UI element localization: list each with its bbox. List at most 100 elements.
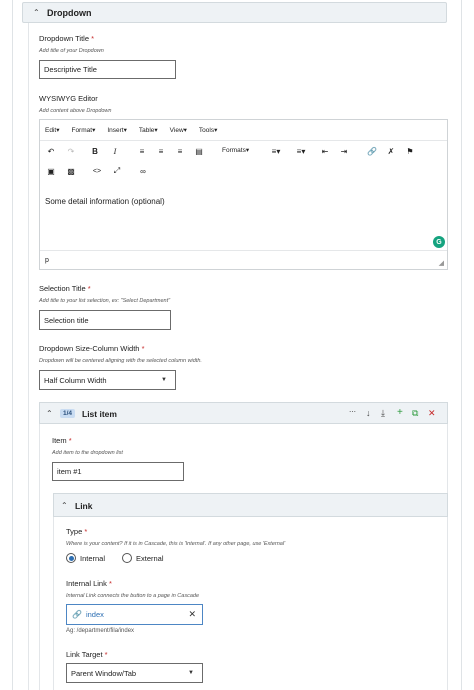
required-mark: *	[108, 579, 112, 588]
dropdown-title-input[interactable]: Descriptive Title	[39, 60, 176, 79]
code-icon[interactable]: <>	[91, 165, 103, 177]
type-label: Type *	[66, 527, 87, 536]
redo-icon[interactable]: ↷	[65, 145, 77, 157]
align-center-icon[interactable]: ≡	[155, 145, 167, 157]
menu-format[interactable]: Format▾	[71, 126, 95, 134]
item-input[interactable]: item #1	[52, 462, 184, 481]
indent-icon[interactable]: ⇥	[338, 145, 350, 157]
internal-link-label: Internal Link *	[66, 579, 112, 588]
size-width-value: Half Column Width	[44, 375, 107, 385]
undo-icon[interactable]: ↶	[45, 145, 57, 157]
dropdown-title-help: Add title of your Dropdown	[39, 48, 104, 54]
chevron-down-icon: ▼	[188, 670, 194, 676]
section-title: Dropdown	[47, 8, 92, 18]
dropdown-title-label: Dropdown Title *	[39, 34, 94, 43]
menu-table-label: Table	[138, 127, 155, 134]
selection-title-label: Selection Title *	[39, 284, 91, 293]
media-icon[interactable]: ▩	[65, 165, 77, 177]
menu-insert-label: Insert	[107, 127, 124, 134]
element-path[interactable]: p	[45, 257, 49, 264]
chevron-up-icon[interactable]: ⌃	[33, 8, 40, 17]
editor-statusbar: p ◢	[40, 250, 447, 270]
required-mark: *	[91, 34, 95, 43]
menu-view[interactable]: View▾	[170, 126, 187, 134]
chevron-up-icon[interactable]: ⌃	[61, 501, 68, 510]
bookmark-icon[interactable]: ⚑	[404, 145, 416, 157]
align-left-icon[interactable]: ≡	[136, 145, 148, 157]
link-icon[interactable]: 🔗	[366, 145, 378, 157]
menu-insert[interactable]: Insert▾	[107, 126, 127, 134]
align-right-icon[interactable]: ≡	[174, 145, 186, 157]
external-radio[interactable]	[122, 553, 132, 563]
link-panel	[53, 493, 448, 690]
add-icon[interactable]: +	[397, 407, 403, 418]
internal-link-help: Internal Link connects the button to a p…	[66, 593, 200, 599]
required-mark: *	[84, 527, 88, 536]
move-down-icon[interactable]: ↓	[366, 408, 371, 418]
drag-handle-icon[interactable]: ⋯	[349, 408, 356, 416]
editor-content[interactable]: Some detail information (optional)	[45, 197, 165, 206]
item-index-badge: 1/4	[60, 409, 76, 418]
menu-table[interactable]: Table▾	[139, 126, 158, 134]
wysiwyg-label: WYSIWYG Editor	[39, 94, 98, 103]
size-width-label-text: Dropdown Size-Column Width	[39, 344, 140, 353]
numbered-list-icon[interactable]: ≡▾	[293, 145, 309, 157]
required-mark: *	[141, 344, 145, 353]
internal-label: Internal	[80, 553, 106, 563]
resize-handle-icon[interactable]: ◢	[439, 259, 444, 267]
item-label: Item *	[52, 436, 72, 445]
menu-edit[interactable]: Edit▾	[45, 126, 59, 134]
align-justify-icon[interactable]: ▤	[193, 145, 205, 157]
required-mark: *	[87, 284, 91, 293]
clear-icon[interactable]: ✕	[188, 609, 196, 620]
internal-link-value[interactable]: index	[86, 610, 104, 619]
menu-tools-label: Tools	[198, 127, 215, 134]
chevron-down-icon: ▼	[161, 377, 167, 383]
type-option-external[interactable]: External	[122, 553, 164, 563]
chevron-up-icon[interactable]: ⌃	[46, 409, 53, 418]
link-icon: 🔗	[72, 610, 82, 619]
internal-radio[interactable]	[66, 553, 76, 563]
dropdown-title-label-text: Dropdown Title	[39, 34, 90, 43]
size-width-help: Dropdown will be centered aligning with …	[39, 358, 202, 364]
item-help: Add item to the dropdown list	[52, 450, 123, 456]
link-target-label: Link Target *	[66, 650, 108, 659]
move-to-bottom-icon[interactable]: ⤓	[381, 408, 385, 419]
size-width-select[interactable]: Half Column Width ▼	[39, 370, 176, 390]
italic-icon[interactable]: I	[109, 145, 121, 157]
wysiwyg-help: Add content above Dropdown	[39, 108, 112, 114]
editor-menubar: Edit▾ Format▾ Insert▾ Table▾ View▾ Tools…	[40, 120, 447, 141]
remove-icon[interactable]: ✕	[428, 408, 436, 419]
special-char-icon[interactable]: ∞	[136, 165, 150, 177]
link-target-value: Parent Window/Tab	[71, 668, 137, 678]
outdent-icon[interactable]: ⇤	[319, 145, 331, 157]
internal-link-chooser[interactable]: 🔗 index ✕	[66, 604, 203, 625]
list-item-header[interactable]: ⌃ 1/4 List item ⋯ ↓ ⤓ + ⧉ ✕	[39, 402, 448, 424]
required-mark: *	[68, 436, 72, 445]
type-option-internal[interactable]: Internal	[66, 553, 105, 563]
menu-edit-label: Edit	[45, 127, 57, 134]
type-help: Where is your content? If it is in Casca…	[66, 541, 286, 547]
link-target-select[interactable]: Parent Window/Tab ▼	[66, 663, 203, 683]
required-mark: *	[104, 650, 108, 659]
formats-dropdown[interactable]: Formats ▾	[222, 146, 249, 155]
link-header[interactable]: ⌃ Link	[53, 493, 448, 517]
bullet-list-icon[interactable]: ≡▾	[268, 145, 284, 157]
duplicate-icon[interactable]: ⧉	[412, 408, 418, 419]
radio-selected-dot	[68, 555, 74, 561]
menu-format-label: Format	[71, 127, 93, 134]
wysiwyg-editor[interactable]: Edit▾ Format▾ Insert▾ Table▾ View▾ Tools…	[39, 119, 448, 270]
unlink-icon[interactable]: ✗	[385, 145, 397, 157]
fullscreen-icon[interactable]: ⤢	[111, 165, 123, 177]
bold-icon[interactable]: B	[89, 145, 101, 157]
item-label-text: Item	[52, 436, 67, 445]
grammarly-icon[interactable]: G	[433, 236, 445, 248]
image-icon[interactable]: ▣	[45, 165, 57, 177]
dropdown-section-header[interactable]: ⌃ Dropdown	[22, 2, 447, 23]
menu-tools[interactable]: Tools▾	[199, 126, 217, 134]
external-label: External	[136, 553, 164, 563]
internal-link-path: Ag: /department/fila/index	[66, 628, 135, 634]
link-target-label-text: Link Target	[66, 650, 103, 659]
selection-title-input[interactable]: Selection title	[39, 310, 171, 330]
selection-title-help: Add title to your list selection, ex: "S…	[39, 298, 171, 304]
